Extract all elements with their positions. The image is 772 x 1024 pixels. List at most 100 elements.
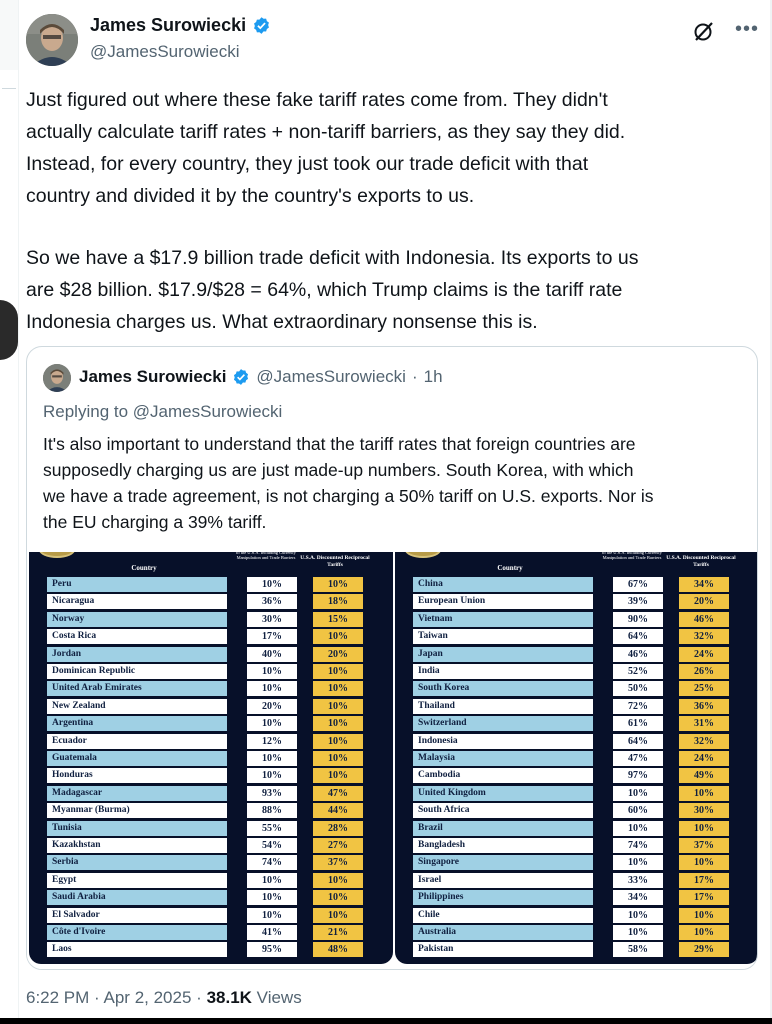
charged-rate-cell: 10% <box>247 751 297 766</box>
reciprocal-rate-cell: 10% <box>313 716 363 732</box>
author-name[interactable]: James Surowiecki <box>90 15 246 36</box>
quoted-tweet-card[interactable]: James Surowiecki @JamesSurowiecki · 1h R… <box>26 346 758 970</box>
charged-rate-cell: 30% <box>247 611 297 627</box>
charged-rate-cell: 10% <box>613 907 663 923</box>
country-cell: Singapore <box>413 855 593 871</box>
country-cell: United Arab Emirates <box>47 681 227 697</box>
reciprocal-rate-cell: 10% <box>313 664 363 679</box>
reciprocal-rate-cell: 27% <box>313 838 363 853</box>
country-cell: European Union <box>413 594 593 610</box>
avatar[interactable] <box>26 14 78 66</box>
charged-rate-cell: 95% <box>247 942 297 958</box>
reciprocal-rate-cell: 37% <box>313 855 363 871</box>
tweet-text-line: country and divided it by the country's … <box>26 185 475 207</box>
charged-rate-cell: 60% <box>613 803 663 819</box>
charged-rate-cell: 10% <box>247 872 297 888</box>
charged-rate-cell: 67% <box>613 577 663 592</box>
reciprocal-rate-cell: 30% <box>679 803 729 819</box>
tariff-table-left: to the U.S.A. Including Currency Manipul… <box>29 552 393 964</box>
charged-rate-cell: 90% <box>613 611 663 627</box>
author-name-row[interactable]: James Surowiecki <box>90 15 271 36</box>
country-cell: Tunisia <box>47 820 227 836</box>
charged-rate-cell: 64% <box>613 629 663 645</box>
quoted-avatar-photo <box>43 364 71 392</box>
country-cell: Nicaragua <box>47 594 227 610</box>
reciprocal-rate-cell: 10% <box>313 872 363 888</box>
quoted-avatar[interactable] <box>43 364 71 392</box>
charged-rate-cell: 61% <box>613 716 663 732</box>
avatar-photo <box>26 14 78 66</box>
reciprocal-rate-cell: 10% <box>679 820 729 836</box>
author-handle[interactable]: @JamesSurowiecki <box>90 42 240 62</box>
verified-badge-icon <box>234 369 249 385</box>
charged-rate-cell: 10% <box>247 907 297 923</box>
country-cell: Taiwan <box>413 629 593 645</box>
country-cell: Peru <box>47 577 227 592</box>
reciprocal-column-header: U.S.A. Discounted Reciprocal Tariffs <box>300 555 370 568</box>
charged-rate-cell: 72% <box>613 698 663 714</box>
verified-badge-icon <box>254 17 270 34</box>
country-cell: Pakistan <box>413 942 593 958</box>
quoted-text-line: It's also important to understand that t… <box>43 434 636 454</box>
country-cell: Laos <box>47 942 227 958</box>
reciprocal-rate-cell: 10% <box>313 768 363 784</box>
charged-rate-cell: 17% <box>247 629 297 645</box>
country-cell: South Korea <box>413 681 593 697</box>
tariff-table-image[interactable]: to the U.S.A. Including Currency Manipul… <box>27 552 757 969</box>
more-icon[interactable]: ••• <box>735 19 758 42</box>
country-cell: Dominican Republic <box>47 664 227 679</box>
charged-rate-cell: 33% <box>613 872 663 888</box>
charged-rate-cell: 10% <box>613 855 663 871</box>
quoted-author-name[interactable]: James Surowiecki <box>79 367 226 387</box>
left-column-edge <box>0 0 18 70</box>
reciprocal-rate-cell: 44% <box>313 803 363 819</box>
grok-icon[interactable] <box>693 20 715 42</box>
charged-rate-cell: 41% <box>247 925 297 940</box>
country-cell: India <box>413 664 593 679</box>
reciprocal-rate-cell: 24% <box>679 751 729 766</box>
presidential-seal <box>39 552 75 558</box>
left-column-divider <box>2 88 16 89</box>
quoted-author-handle[interactable]: @JamesSurowiecki <box>256 367 406 387</box>
country-cell: Brazil <box>413 820 593 836</box>
charged-rate-cell: 10% <box>247 664 297 679</box>
reciprocal-rate-cell: 10% <box>313 629 363 645</box>
charged-rate-cell: 74% <box>247 855 297 871</box>
presidential-seal <box>405 552 441 558</box>
country-cell: Côte d'Ivoire <box>47 925 227 940</box>
charged-rate-cell: 88% <box>247 803 297 819</box>
quoted-text-line: supposedly charging us are just made-up … <box>43 460 634 480</box>
reciprocal-rate-cell: 10% <box>313 698 363 714</box>
tweet-text: Just figured out where these fake tariff… <box>26 84 764 338</box>
charged-rate-cell: 12% <box>247 733 297 749</box>
country-cell: Guatemala <box>47 751 227 766</box>
reciprocal-rate-cell: 17% <box>679 890 729 906</box>
charged-rate-cell: 10% <box>247 890 297 906</box>
tweet-text-line: actually calculate tariff rates + non-ta… <box>26 121 626 143</box>
reciprocal-rate-cell: 10% <box>313 907 363 923</box>
country-cell: Philippines <box>413 890 593 906</box>
quoted-age[interactable]: 1h <box>424 367 443 387</box>
charged-rate-cell: 20% <box>247 698 297 714</box>
tweet-date[interactable]: Apr 2, 2025 <box>104 988 192 1007</box>
country-cell: Cambodia <box>413 768 593 784</box>
reciprocal-rate-cell: 49% <box>679 768 729 784</box>
tweet-time[interactable]: 6:22 PM <box>26 988 89 1007</box>
country-cell: Kazakhstan <box>47 838 227 853</box>
reciprocal-rate-cell: 32% <box>679 733 729 749</box>
tweet-metadata: 6:22 PM · Apr 2, 2025 · 38.1K Views <box>26 988 302 1008</box>
reciprocal-rate-cell: 10% <box>313 577 363 592</box>
country-cell: South Africa <box>413 803 593 819</box>
charged-rate-cell: 39% <box>613 594 663 610</box>
reciprocal-rate-cell: 29% <box>679 942 729 958</box>
bottom-edge <box>0 1018 772 1024</box>
country-cell: Chile <box>413 907 593 923</box>
tweet-text-line: So we have a $17.9 billion trade deficit… <box>26 247 639 269</box>
country-cell: Indonesia <box>413 733 593 749</box>
charged-rate-cell: 58% <box>613 942 663 958</box>
country-cell: Costa Rica <box>47 629 227 645</box>
country-column-header: Country <box>131 564 157 572</box>
charged-rate-cell: 46% <box>613 646 663 662</box>
charged-rate-cell: 10% <box>613 820 663 836</box>
reciprocal-rate-cell: 31% <box>679 716 729 732</box>
